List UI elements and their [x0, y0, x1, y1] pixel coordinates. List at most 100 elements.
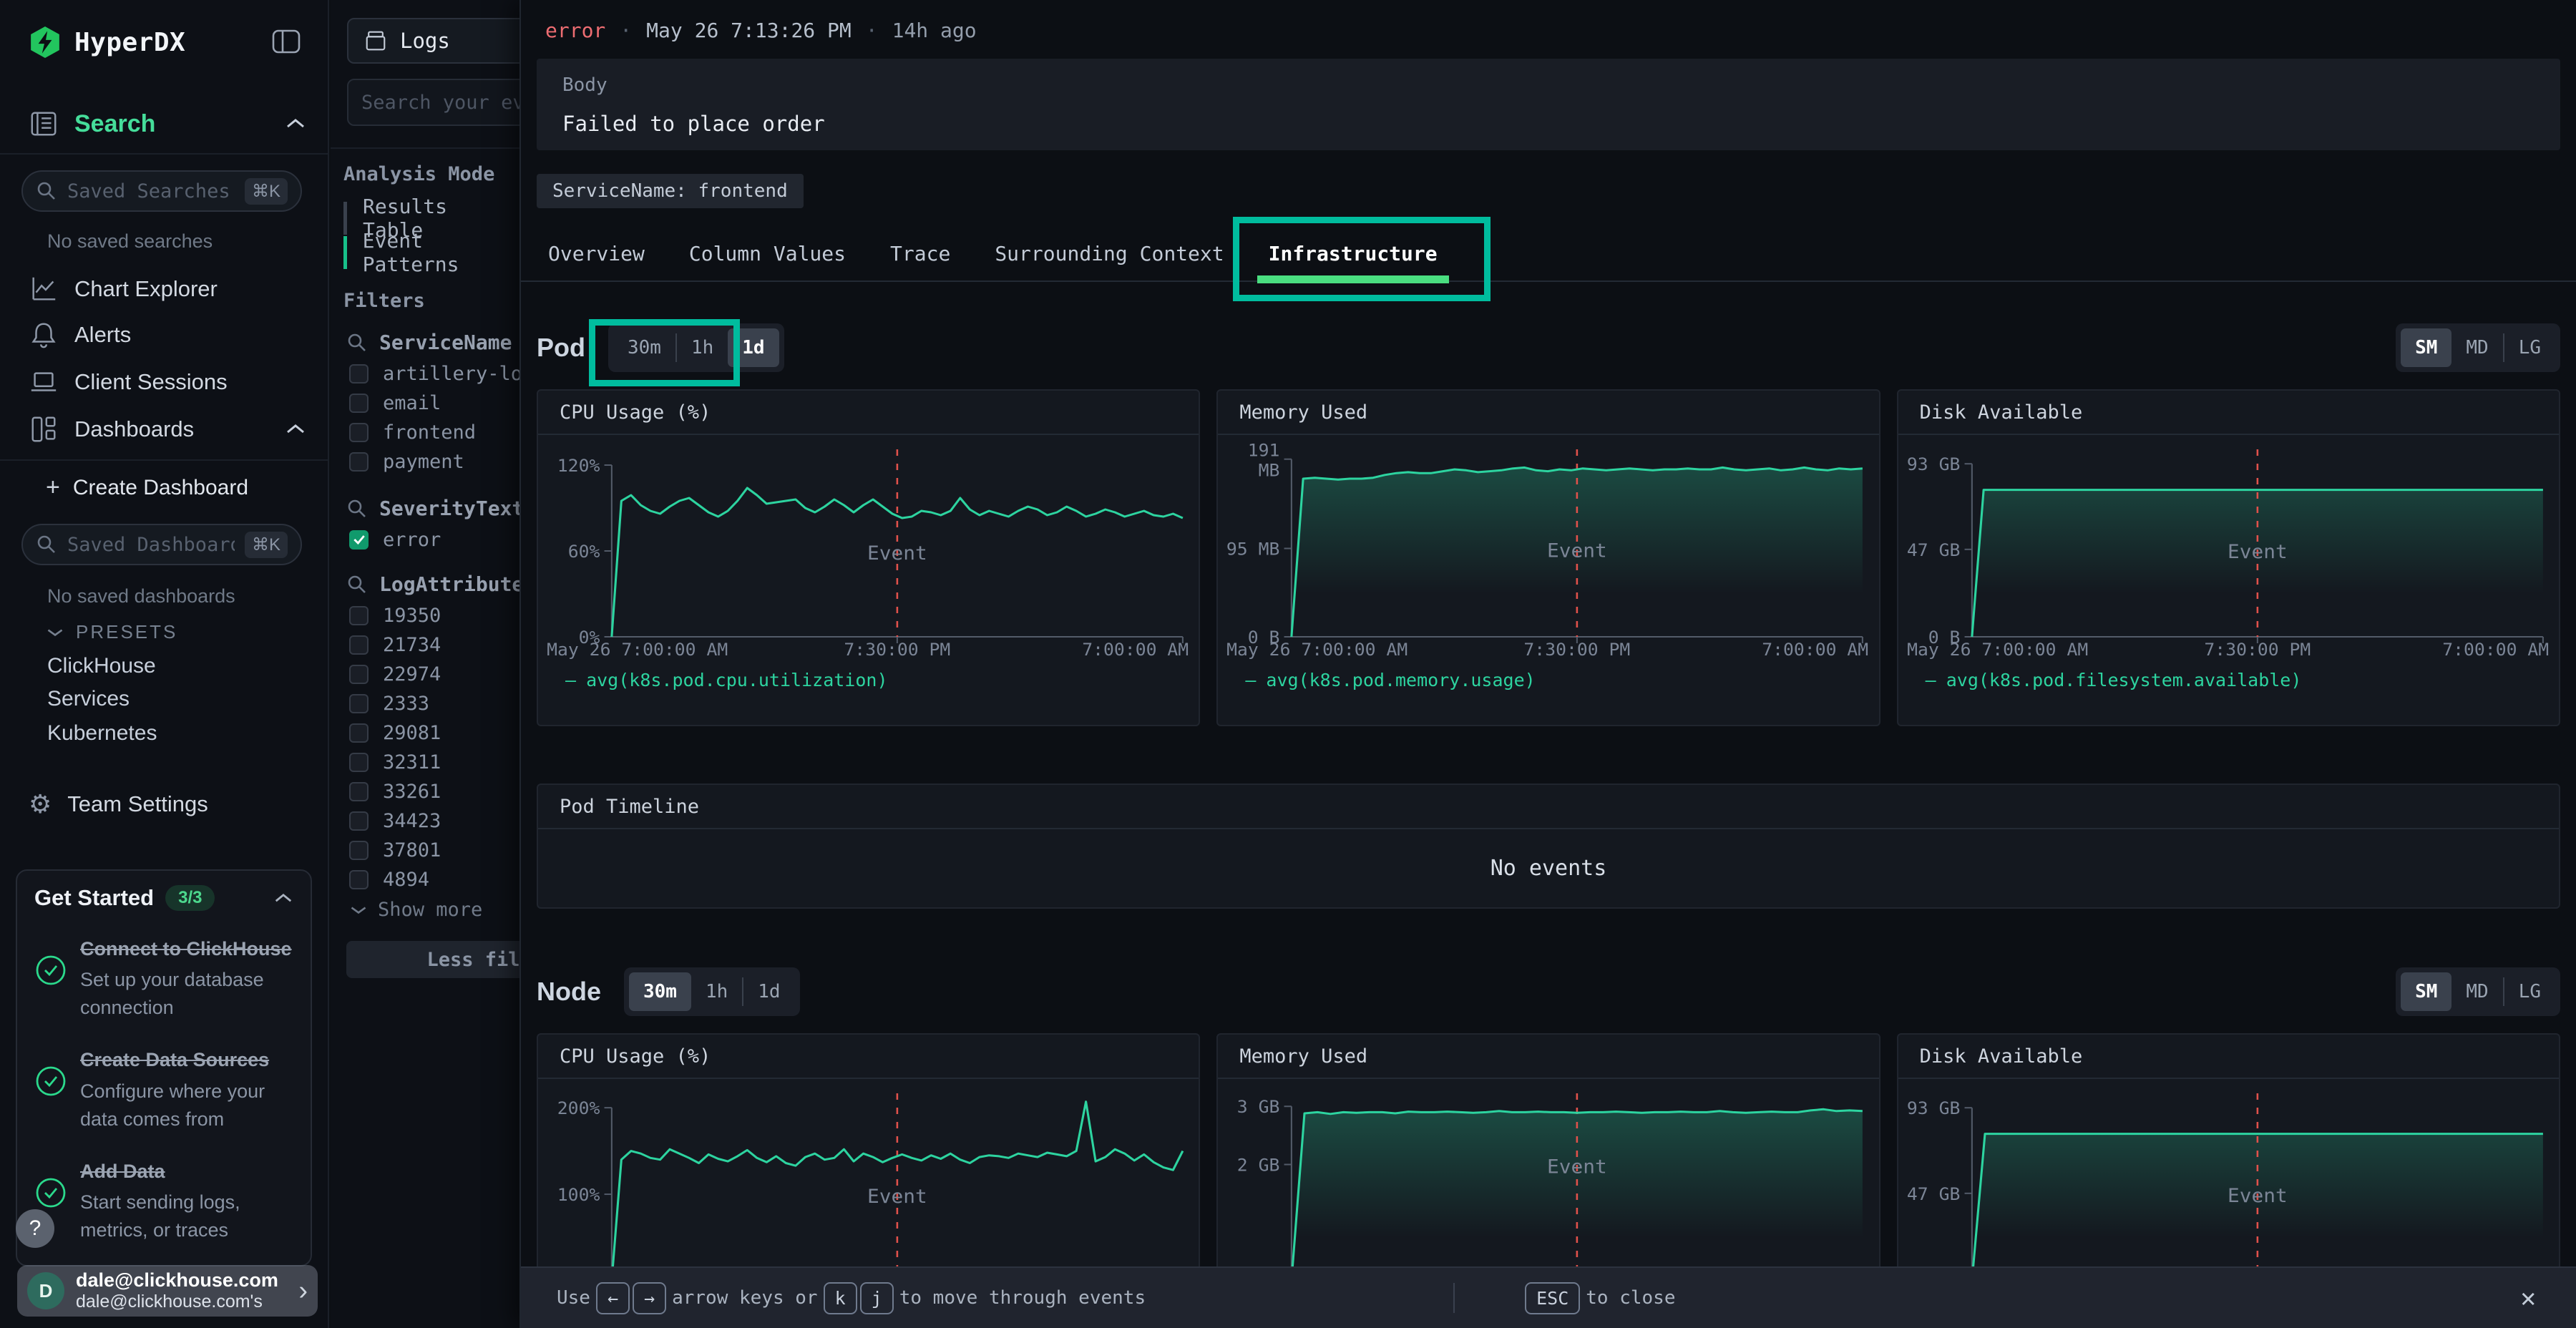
checkbox[interactable]	[349, 782, 369, 801]
tab-overview[interactable]: Overview	[537, 226, 656, 280]
mode-event-patterns[interactable]: Event Patterns	[343, 236, 519, 269]
filter-option[interactable]: 22974	[349, 660, 519, 688]
filter-group-servicename[interactable]: ServiceName	[346, 331, 512, 354]
filter-option[interactable]: frontend	[349, 418, 519, 446]
filter-option[interactable]: 37801	[349, 836, 519, 864]
close-icon[interactable]: ✕	[2520, 1284, 2536, 1313]
filter-group-logattributes[interactable]: LogAttributes	[346, 572, 519, 596]
checkbox[interactable]	[349, 841, 369, 860]
brand[interactable]: HyperDX	[29, 26, 185, 59]
sidebar-item-chart-explorer[interactable]: Chart Explorer	[29, 272, 306, 306]
node-range-1h[interactable]: 1h	[691, 972, 742, 1011]
svg-text:191: 191	[1248, 440, 1280, 461]
filter-option-label: artillery-loa	[383, 363, 519, 385]
pod-range-1d[interactable]: 1d	[728, 328, 779, 367]
checkbox[interactable]	[349, 606, 369, 625]
filter-option[interactable]: 2333	[349, 689, 519, 718]
plus-icon: +	[46, 474, 60, 502]
pod-range-1h[interactable]: 1h	[677, 328, 728, 367]
filter-group-name: LogAttributes	[379, 572, 519, 596]
chevron-up-icon[interactable]	[273, 892, 293, 904]
checkbox[interactable]	[349, 394, 369, 413]
sidebar-item-label: Client Sessions	[74, 369, 228, 395]
filter-option-label: 2333	[383, 693, 429, 715]
divider	[0, 459, 328, 461]
saved-dashboards-input[interactable]: Saved Dashboards ⌘K	[21, 524, 302, 565]
search-section-icon	[29, 109, 59, 139]
event-search-input[interactable]: Search your events...	[347, 79, 519, 126]
get-started-item[interactable]: Connect to ClickHouse Set up your databa…	[34, 935, 293, 1022]
filter-group-severitytext[interactable]: SeverityText	[346, 497, 519, 520]
checkbox[interactable]	[349, 423, 369, 442]
sidebar-item-alerts[interactable]: Alerts	[29, 318, 306, 352]
node-size-control: SM MD LG	[2396, 967, 2560, 1016]
tab-trace[interactable]: Trace	[879, 226, 962, 280]
pod-timeline-title: Pod Timeline	[538, 785, 2559, 829]
filter-option[interactable]: payment	[349, 447, 519, 476]
sidebar-item-search[interactable]: Search	[29, 109, 306, 139]
get-started-item[interactable]: Add Data Start sending logs, metrics, or…	[34, 1158, 293, 1244]
tab-column-values[interactable]: Column Values	[678, 226, 857, 280]
filter-option[interactable]: 33261	[349, 777, 519, 806]
pod-range-30m[interactable]: 30m	[613, 328, 675, 367]
checkbox-checked[interactable]	[349, 530, 369, 550]
tab-infrastructure[interactable]: Infrastructure	[1257, 226, 1449, 280]
svg-text:95 MB: 95 MB	[1226, 539, 1279, 560]
checkbox[interactable]	[349, 694, 369, 713]
collapse-sidebar-icon[interactable]	[270, 26, 302, 57]
user-menu[interactable]: D dale@clickhouse.com dale@clickhouse.co…	[17, 1265, 318, 1317]
filter-option-error[interactable]: error	[349, 525, 519, 554]
preset-services[interactable]: Services	[47, 687, 130, 711]
get-started-item[interactable]: Create Data Sources Configure where your…	[34, 1046, 293, 1133]
filter-option[interactable]: 21734	[349, 630, 519, 659]
checkbox[interactable]	[349, 364, 369, 384]
filter-option[interactable]: 29081	[349, 718, 519, 747]
show-more-button[interactable]: Show more	[349, 899, 482, 921]
node-range-1d[interactable]: 1d	[743, 972, 794, 1011]
filter-option[interactable]: 4894	[349, 865, 519, 894]
sidebar-item-team-settings[interactable]: ⚙ Team Settings	[29, 787, 306, 821]
checkbox[interactable]	[349, 753, 369, 772]
checkbox[interactable]	[349, 811, 369, 831]
check-circle-icon	[34, 935, 67, 1022]
sidebar-item-dashboards[interactable]: Dashboards	[29, 412, 306, 446]
chart-svg: 120%60%0%EventMay 26 7:00:00 AM7:30:00 P…	[544, 439, 1193, 660]
legend-dash-icon: —	[565, 670, 576, 690]
sidebar-item-label: Chart Explorer	[74, 276, 218, 302]
checkbox[interactable]	[349, 635, 369, 655]
checkbox[interactable]	[349, 452, 369, 472]
checkbox[interactable]	[349, 870, 369, 889]
pod-size-md[interactable]: MD	[2451, 328, 2502, 367]
hyperdx-app: HyperDX Search Saved Searches ⌘K No save…	[0, 0, 2576, 1328]
checkbox[interactable]	[349, 723, 369, 743]
sidebar-item-label: Team Settings	[67, 791, 208, 817]
less-filters-button[interactable]: Less filters	[346, 941, 519, 978]
filter-option[interactable]: artillery-loa	[349, 359, 519, 388]
node-size-sm[interactable]: SM	[2401, 972, 2451, 1011]
pod-size-sm[interactable]: SM	[2401, 328, 2451, 367]
cmd-k-shortcut: ⌘K	[245, 532, 288, 558]
preset-kubernetes[interactable]: Kubernetes	[47, 721, 157, 746]
node-size-lg[interactable]: LG	[2504, 972, 2555, 1011]
preset-clickhouse[interactable]: ClickHouse	[47, 654, 156, 678]
filter-option[interactable]: 19350	[349, 601, 519, 630]
filter-option[interactable]: 32311	[349, 748, 519, 776]
filter-option-label: 37801	[383, 839, 441, 861]
show-more-label: Show more	[378, 899, 482, 921]
node-range-30m[interactable]: 30m	[629, 972, 691, 1011]
pod-size-lg[interactable]: LG	[2504, 328, 2555, 367]
node-size-md[interactable]: MD	[2451, 972, 2502, 1011]
filter-option[interactable]: 34423	[349, 806, 519, 835]
chart-svg: 191MB95 MB0 BEventMay 26 7:00:00 AM7:30:…	[1224, 439, 1873, 660]
service-name-chip[interactable]: ServiceName: frontend	[537, 174, 804, 208]
sidebar-item-client-sessions[interactable]: Client Sessions	[29, 365, 306, 399]
presets-toggle[interactable]: PRESETS	[46, 621, 177, 643]
checkbox[interactable]	[349, 665, 369, 684]
source-select[interactable]: Logs	[347, 18, 519, 64]
tab-surrounding-context[interactable]: Surrounding Context	[983, 226, 1235, 280]
saved-searches-input[interactable]: Saved Searches ⌘K	[21, 170, 302, 212]
create-dashboard-button[interactable]: + Create Dashboard	[46, 474, 248, 502]
help-button[interactable]: ?	[16, 1209, 54, 1248]
filter-option[interactable]: email	[349, 389, 519, 417]
svg-text:May 26 7:00:00 AM: May 26 7:00:00 AM	[1226, 639, 1407, 660]
